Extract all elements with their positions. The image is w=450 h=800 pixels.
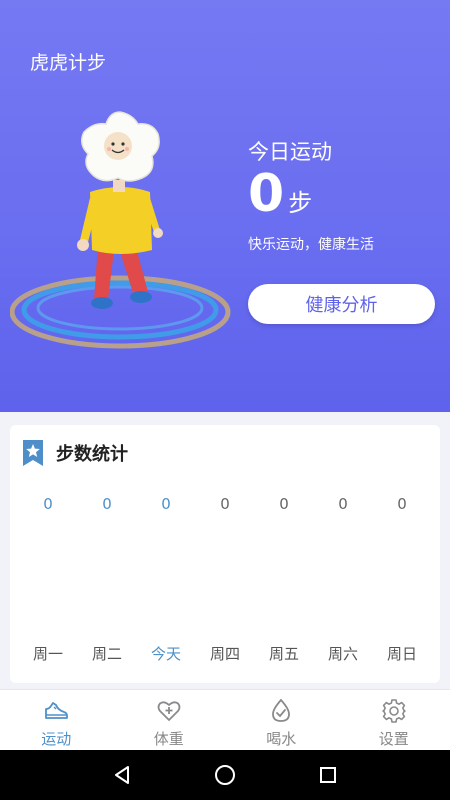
chart-value-label: 0 — [338, 495, 348, 513]
heart-plus-icon — [157, 701, 181, 721]
home-circle-icon — [214, 765, 235, 785]
back-button[interactable] — [109, 762, 135, 788]
app-title: 虎虎计步 — [30, 52, 107, 74]
chart-value-label: 0 — [102, 495, 112, 513]
chart-day-label: 周日 — [386, 645, 417, 663]
gear-icon — [381, 699, 406, 723]
step-chart: 0 周一 0 周二 0 今天 0 周四 0 周五 0 周六 0 周日 — [10, 489, 440, 679]
chart-value-label: 0 — [43, 495, 53, 513]
back-triangle-icon — [114, 766, 129, 784]
step-stats-card: 步数统计 0 周一 0 周二 0 今天 0 周四 0 周五 0 周六 0 周日 — [10, 425, 440, 683]
water-check-icon — [272, 698, 291, 722]
tab-water-label: 喝水 — [266, 730, 297, 748]
recents-button[interactable] — [315, 762, 341, 788]
steps-unit: 步 — [288, 189, 313, 217]
card-header: 步数统计 — [22, 439, 128, 467]
tab-exercise[interactable]: 运动 — [0, 690, 113, 750]
home-button[interactable] — [212, 762, 238, 788]
tab-weight[interactable]: 体重 — [113, 690, 226, 750]
tab-settings-label: 设置 — [378, 730, 409, 748]
chart-day-label: 周五 — [268, 645, 299, 663]
recents-square-icon — [320, 767, 337, 783]
bookmark-star-icon — [23, 440, 43, 466]
system-navigation-bar — [0, 750, 450, 800]
chart-value-label: 0 — [161, 495, 171, 513]
slogan-text: 快乐运动，健康生活 — [248, 237, 374, 253]
chart-day-label: 周六 — [327, 645, 358, 663]
chart-day-label: 周四 — [209, 645, 240, 663]
mascot-figure-illustration — [10, 111, 231, 349]
chart-value-label: 0 — [397, 495, 407, 513]
chart-day-label: 周一 — [32, 645, 63, 663]
tab-water[interactable]: 喝水 — [225, 690, 338, 750]
health-analysis-button[interactable]: 健康分析 — [248, 284, 435, 324]
today-exercise-title: 今日运动 — [248, 140, 332, 164]
bottom-tab-bar: 运动 体重 喝水 设置 — [0, 689, 450, 750]
steps-count: 0 — [248, 164, 285, 224]
hero-panel: 虎虎计步 今日运动 0 步 快乐运动，健康生活 健康分析 — [0, 0, 450, 412]
sneaker-icon — [45, 702, 69, 719]
chart-value-label: 0 — [220, 495, 230, 513]
chart-day-label: 今天 — [150, 645, 181, 663]
tab-weight-label: 体重 — [153, 730, 184, 748]
card-title: 步数统计 — [56, 444, 128, 465]
chart-day-label: 周二 — [91, 645, 122, 663]
tab-settings[interactable]: 设置 — [338, 690, 450, 750]
today-steps: 0 步 — [248, 168, 312, 220]
chart-value-label: 0 — [279, 495, 289, 513]
tab-exercise-label: 运动 — [41, 730, 72, 748]
